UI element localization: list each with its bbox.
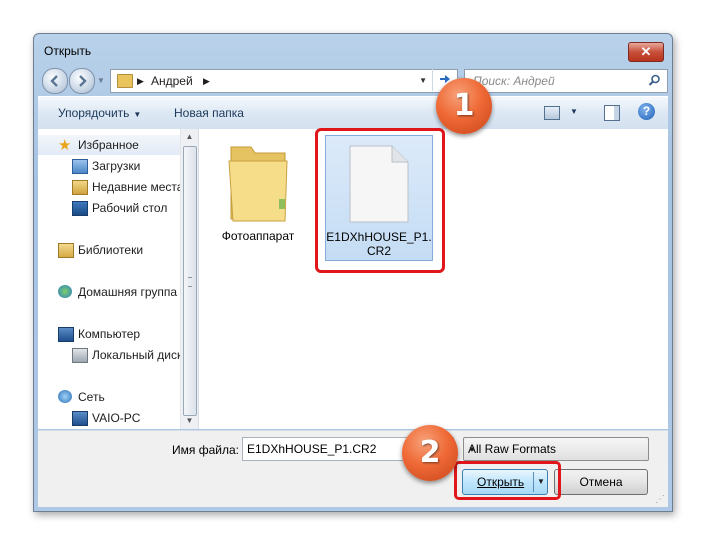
sidebar-item-desktop[interactable]: Рабочий стол xyxy=(38,198,198,218)
address-dropdown-icon[interactable]: ▼ xyxy=(419,76,427,85)
resize-grip-icon[interactable]: ⋰ xyxy=(655,494,665,505)
file-type-select[interactable]: All Raw Formats ▼ xyxy=(463,437,649,461)
homegroup-icon xyxy=(58,285,72,298)
step-badge-2: 2 xyxy=(402,425,458,481)
folder-item-fotoapparat[interactable]: Фотоаппарат xyxy=(205,129,311,259)
downloads-icon xyxy=(72,159,88,174)
forward-arrow-icon xyxy=(79,75,87,87)
view-options-dropdown-icon[interactable]: ▼ xyxy=(570,107,578,116)
navigation-bar: ▼ ▶ Андрей ▶ ▼ Поиск: Андрей xyxy=(38,66,668,94)
filename-label: Имя файла: xyxy=(172,443,239,457)
navigation-pane: ★ Избранное Загрузки Недавние места Рабо… xyxy=(38,129,199,429)
local-disk-icon xyxy=(72,348,88,363)
breadcrumb-separator-icon[interactable]: ▶ xyxy=(137,76,144,87)
folder-icon xyxy=(228,146,288,222)
step-badge-1: 1 xyxy=(436,78,492,134)
forward-button[interactable] xyxy=(69,68,95,94)
breadcrumb-separator-icon[interactable]: ▶ xyxy=(203,76,210,87)
scroll-up-icon[interactable]: ▲ xyxy=(181,129,198,145)
close-button[interactable]: ✕ xyxy=(628,42,664,62)
sidebar-item-network[interactable]: Сеть xyxy=(38,387,198,407)
preview-pane-icon[interactable] xyxy=(604,105,620,121)
organize-menu[interactable]: Упорядочить ▼ xyxy=(58,106,141,120)
sidebar-item-vaio-pc[interactable]: VAIO-PC xyxy=(38,408,198,428)
pc-icon xyxy=(72,411,88,426)
window-title: Открыть xyxy=(44,44,92,58)
sidebar-item-computer[interactable]: Компьютер xyxy=(38,324,198,344)
search-icon xyxy=(648,74,660,86)
libraries-icon xyxy=(58,243,74,258)
sidebar-item-libraries[interactable]: Библиотеки xyxy=(38,240,198,260)
folder-icon xyxy=(117,74,133,88)
back-arrow-icon xyxy=(50,75,58,87)
sidebar-item-recent-places[interactable]: Недавние места xyxy=(38,177,198,197)
search-placeholder: Поиск: Андрей xyxy=(473,74,555,88)
desktop-icon xyxy=(72,201,88,216)
command-bar: Упорядочить ▼ Новая папка ▼ ? xyxy=(38,96,668,130)
cancel-button[interactable]: Отмена xyxy=(554,469,648,495)
help-icon[interactable]: ? xyxy=(638,103,655,120)
filename-value: E1DXhHOUSE_P1.CR2 xyxy=(247,442,377,456)
recent-places-icon xyxy=(72,180,88,195)
file-highlight-frame xyxy=(315,128,445,273)
address-bar[interactable]: ▶ Андрей ▶ ▼ xyxy=(110,69,458,93)
sidebar-item-downloads[interactable]: Загрузки xyxy=(38,156,198,176)
sidebar-item-local-disk[interactable]: Локальный диск xyxy=(38,345,198,365)
navigation-scrollbar[interactable]: ▲ ▼ xyxy=(180,129,198,429)
computer-icon xyxy=(58,327,74,342)
change-view-icon[interactable] xyxy=(544,106,560,120)
network-icon xyxy=(58,390,72,403)
breadcrumb-andrey[interactable]: Андрей xyxy=(151,74,193,88)
chevron-down-icon: ▼ xyxy=(468,445,476,454)
star-icon: ★ xyxy=(58,137,72,154)
open-button-highlight-frame xyxy=(454,461,561,500)
sidebar-item-favorites[interactable]: ★ Избранное xyxy=(38,135,198,155)
back-button[interactable] xyxy=(42,68,68,94)
scroll-down-icon[interactable]: ▼ xyxy=(181,413,198,429)
scrollbar-thumb[interactable] xyxy=(183,146,197,416)
folder-name: Фотоаппарат xyxy=(221,229,295,243)
sidebar-item-homegroup[interactable]: Домашняя группа xyxy=(38,282,198,302)
recent-locations-dropdown-icon[interactable]: ▼ xyxy=(97,76,105,85)
dialog-footer: Имя файла: E1DXhHOUSE_P1.CR2 All Raw For… xyxy=(38,430,668,507)
search-input[interactable]: Поиск: Андрей xyxy=(464,69,668,93)
new-folder-button[interactable]: Новая папка xyxy=(174,106,244,120)
